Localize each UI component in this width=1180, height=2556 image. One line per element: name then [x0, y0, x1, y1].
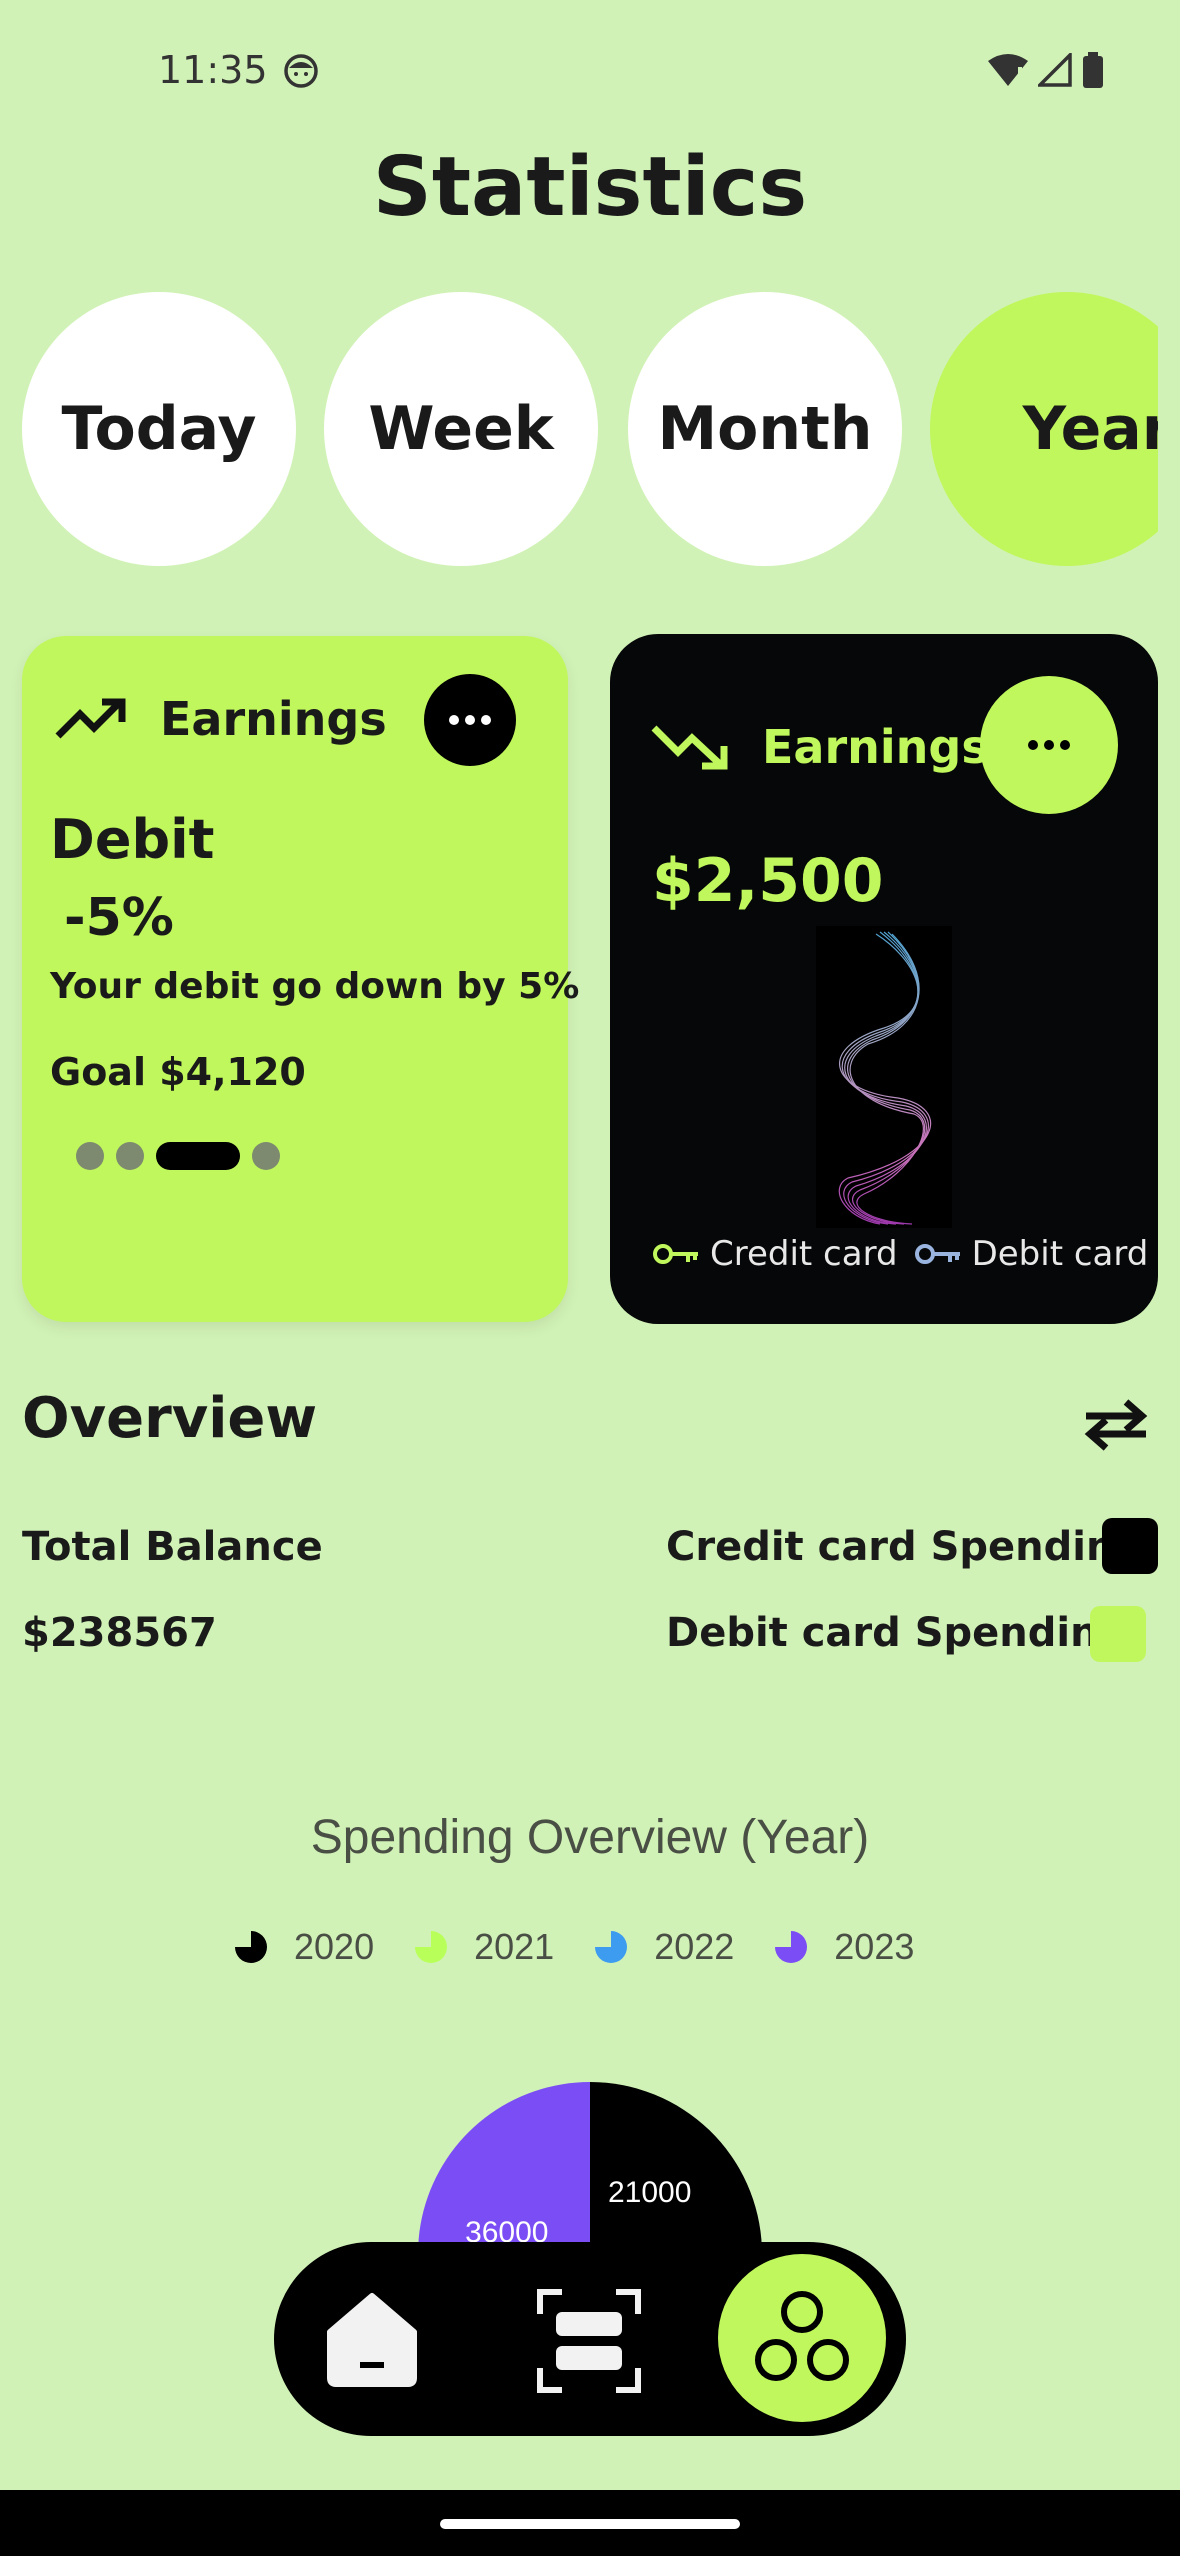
pager-dot[interactable]: [116, 1142, 144, 1170]
debit-spending-label: Debit card Spending: [666, 1610, 1128, 1656]
total-balance-value: $238567: [22, 1610, 217, 1656]
earnings-card-menu-button[interactable]: [980, 676, 1118, 814]
scan-icon: [537, 2289, 641, 2393]
page-title: Statistics: [372, 140, 808, 235]
trending-up-icon: [55, 698, 126, 739]
more-dot-icon: [1028, 740, 1038, 750]
debit-swatch: [1090, 1606, 1146, 1662]
period-week-label: Week: [368, 394, 554, 464]
period-year-label: Year: [1022, 394, 1158, 464]
stats-icon: [755, 2291, 849, 2381]
period-year[interactable]: Year: [930, 292, 1158, 566]
more-dot-icon: [481, 715, 491, 725]
pie-legend-icon: [415, 1931, 448, 1963]
trending-down-icon: [651, 725, 728, 770]
debit-title: Debit: [50, 808, 215, 871]
earnings-amount: $2,500: [652, 846, 884, 916]
debit-description: Your debit go down by 5%: [50, 966, 580, 1007]
pager-dot[interactable]: [252, 1142, 280, 1170]
status-time: 11:35: [158, 48, 268, 92]
more-dot-icon: [449, 715, 459, 725]
home-icon: [327, 2293, 417, 2387]
more-dot-icon: [1060, 740, 1070, 750]
period-today-label: Today: [61, 394, 257, 464]
credit-swatch: [1102, 1518, 1158, 1574]
swap-icon[interactable]: [1082, 1394, 1150, 1454]
spiral-graphic: [816, 926, 952, 1228]
chart-legend-item[interactable]: 2020: [234, 1926, 374, 1968]
chart-legend-label: 2022: [654, 1926, 735, 1967]
nav-scan[interactable]: [536, 2288, 642, 2394]
period-today[interactable]: Today: [22, 292, 296, 566]
pager-dot[interactable]: [76, 1142, 104, 1170]
chart-legend-label: 2023: [834, 1926, 915, 1967]
chart-title: Spending Overview (Year): [310, 1811, 870, 1864]
credit-spending-label: Credit card Spending: [666, 1524, 1144, 1570]
nav-stats[interactable]: [718, 2254, 886, 2422]
chart-legend-label: 2020: [294, 1926, 375, 1967]
home-gesture-handle[interactable]: [440, 2519, 740, 2529]
period-month[interactable]: Month: [628, 292, 902, 566]
wifi-icon: [988, 54, 1028, 86]
total-balance-label: Total Balance: [22, 1524, 323, 1570]
chart-legend-item[interactable]: 2021: [414, 1926, 554, 1968]
key-icon: [914, 1244, 960, 1264]
legend-debit-card: Debit card: [971, 1234, 1149, 1274]
debit-card-header: Earnings: [160, 692, 387, 746]
bottom-nav: [274, 2242, 906, 2436]
nav-home[interactable]: [324, 2290, 420, 2390]
period-week[interactable]: Week: [324, 292, 598, 566]
chart-legend: 2020 2021 2022 2023: [234, 1926, 954, 1968]
debit-goal: Goal $4,120: [50, 1050, 306, 1094]
chart-legend-label: 2021: [474, 1926, 555, 1967]
pie-legend-icon: [235, 1931, 267, 1963]
signal-icon: [1038, 53, 1072, 87]
pie-legend-icon: [775, 1931, 808, 1963]
chart-legend-item[interactable]: 2022: [594, 1926, 734, 1968]
pie-legend-icon: [595, 1931, 628, 1963]
pie-slice-label: 21000: [608, 2176, 691, 2209]
pager-dot-active[interactable]: [156, 1142, 240, 1170]
pie-slice-2020[interactable]: [590, 2082, 762, 2254]
notification-face-icon: [284, 54, 318, 88]
chart-legend-item[interactable]: 2023: [774, 1926, 914, 1968]
key-icon: [653, 1244, 698, 1264]
card-pager[interactable]: [76, 1142, 280, 1170]
battery-icon: [1083, 52, 1103, 88]
debit-card-menu-button[interactable]: [424, 674, 516, 766]
earnings-card-header: Earnings: [762, 720, 989, 774]
status-icons: [988, 52, 1104, 88]
period-month-label: Month: [657, 394, 873, 464]
legend-credit-card: Credit card: [710, 1234, 898, 1274]
debit-percent: -5%: [64, 888, 174, 948]
period-year-clip: Year: [930, 292, 1158, 566]
earnings-legend: Credit card Debit card: [652, 1234, 1148, 1274]
overview-title: Overview: [22, 1386, 318, 1451]
more-dot-icon: [1044, 740, 1054, 750]
more-dot-icon: [465, 715, 475, 725]
